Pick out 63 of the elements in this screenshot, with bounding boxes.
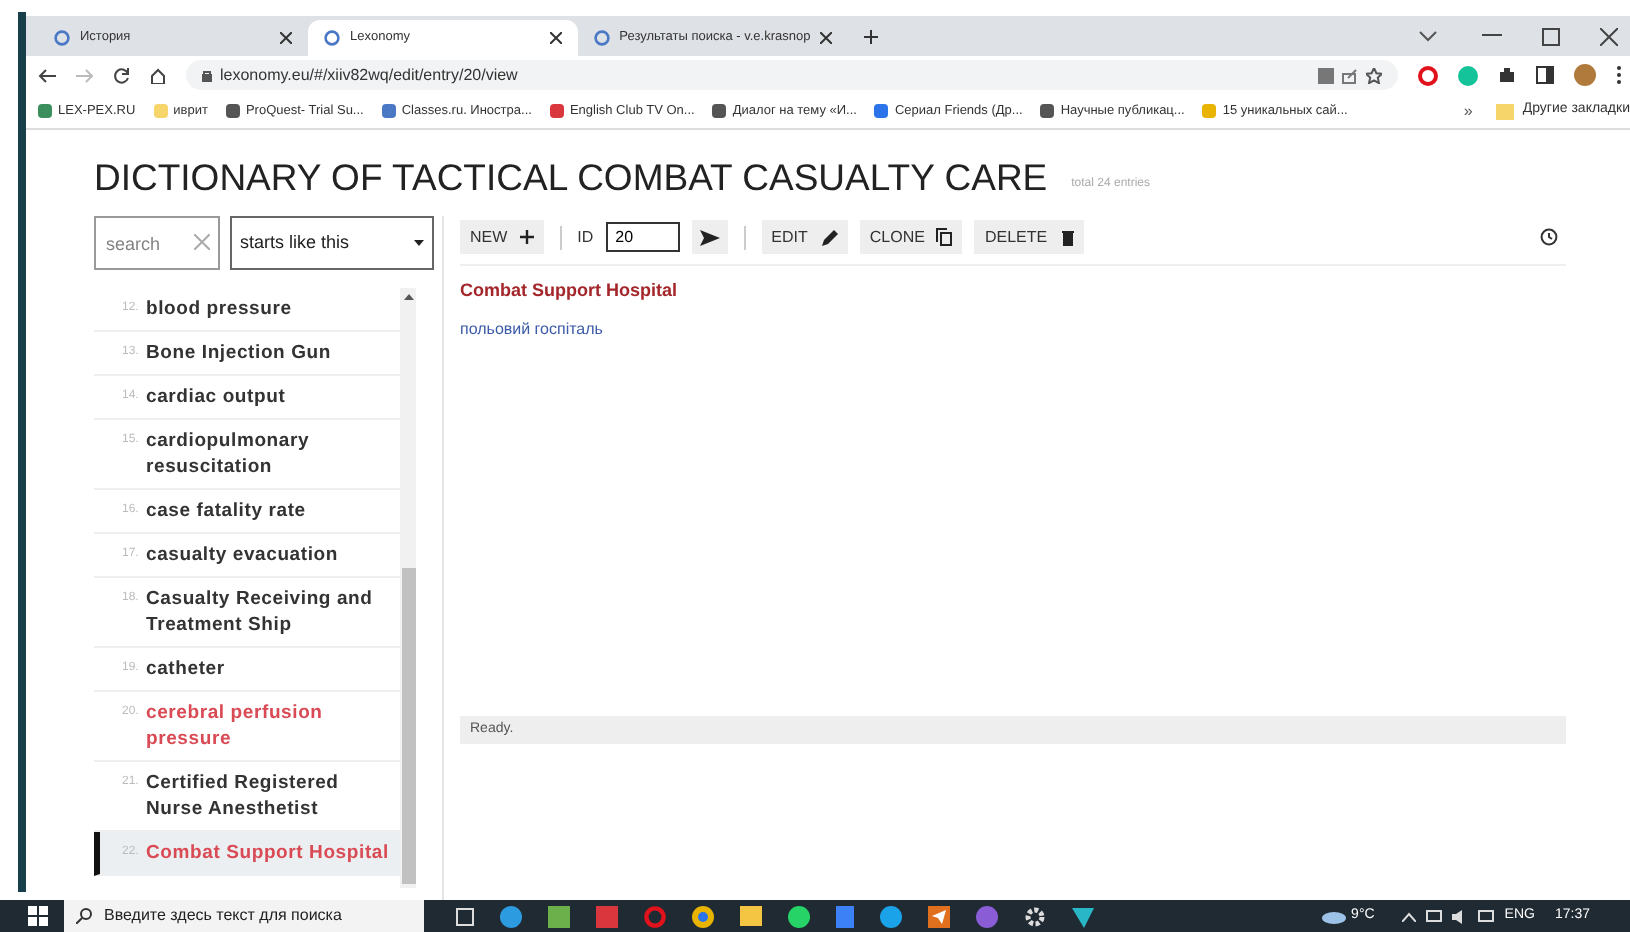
app-icon[interactable] [548,905,570,927]
search-icon [76,908,92,924]
bookmark-icon [874,104,889,118]
scrollbar[interactable] [400,288,416,888]
trash-icon [1061,229,1074,245]
share-icon[interactable] [1342,67,1358,83]
bookmark-icon [549,104,564,118]
avatar-icon[interactable] [1574,64,1596,86]
plus-icon [519,230,534,244]
chevron-up-icon[interactable] [1402,911,1417,921]
new-tab-icon[interactable] [864,29,878,43]
taskbar-search-field[interactable]: Введите здесь текст для поиска [64,900,424,932]
entry-translation: польовий госпіталь [460,317,605,341]
folder-icon [1496,103,1515,119]
copy-icon [936,228,953,246]
address-bar[interactable]: lexonomy.eu/#/xiiv82wq/edit/entry/20/view [186,60,1398,90]
lock-icon [202,69,212,81]
gear-icon[interactable] [1024,905,1046,927]
home-icon[interactable] [150,67,166,83]
history-icon[interactable] [1540,228,1558,246]
delete-button[interactable]: DELETE [974,220,1084,254]
task-view-icon[interactable] [456,907,474,925]
minimize-icon[interactable] [1482,34,1502,38]
bookmark-icon [1202,104,1217,118]
bookmark-icon [1040,104,1055,118]
bookmark-icon [712,104,727,118]
close-icon[interactable] [1600,27,1618,45]
more-bookmarks-button[interactable]: » [1463,99,1473,123]
back-arrow-icon[interactable] [38,67,56,83]
bookmark-icon [225,104,240,118]
url-text: lexonomy.eu/#/xiiv82wq/edit/entry/20/view [220,63,518,87]
new-entry-button[interactable]: NEW [460,220,544,254]
close-icon[interactable] [280,32,292,44]
id-label: ID [577,225,594,249]
more-icon[interactable] [1616,66,1622,84]
search-mode-dropdown[interactable]: starts like this [230,216,434,270]
clone-button[interactable]: CLONE [859,220,963,254]
reload-icon[interactable] [114,67,130,83]
pencil-icon [821,229,838,245]
close-icon[interactable] [550,32,562,44]
edit-button[interactable]: EDIT [761,220,848,254]
go-button[interactable] [691,220,728,254]
bookmark-icon [381,104,396,118]
scroll-up-arrow-icon[interactable] [403,294,413,300]
cloud-icon [1321,908,1346,924]
scrollbar-thumb[interactable] [401,568,415,884]
tab-favicon-icon [324,30,340,46]
start-icon[interactable] [28,906,48,926]
chevron-down-icon[interactable] [1418,30,1438,42]
star-icon[interactable] [1366,67,1382,83]
sidebar-icon[interactable] [1536,66,1554,84]
maximize-icon[interactable] [1542,27,1560,45]
close-icon[interactable] [820,32,832,44]
entry-headword: Combat Support Hospital [460,278,679,304]
dictionary-title: DICTIONARY OF TACTICAL COMBAT CASUALTY CARE [94,159,1048,196]
id-field[interactable]: 20 [605,222,680,252]
search-field[interactable]: search [94,216,220,270]
bookmark-icon [38,104,52,118]
caret-icon [414,240,424,246]
tab-favicon-icon [54,30,70,46]
app-icon[interactable] [596,905,618,927]
tab-favicon-icon [594,30,610,46]
bookmark-icon [153,104,168,118]
